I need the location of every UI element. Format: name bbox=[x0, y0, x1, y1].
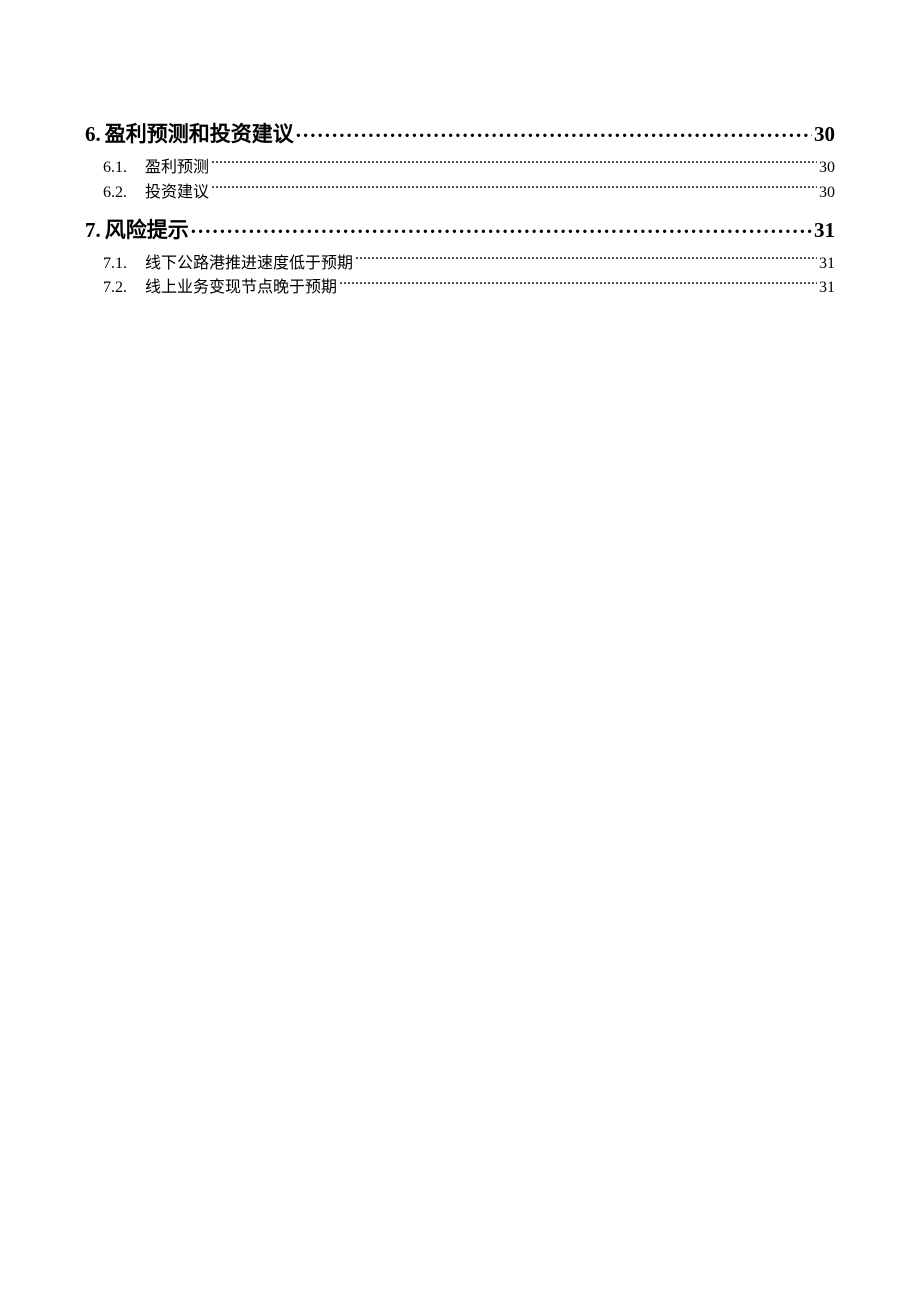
toc-h2-page: 31 bbox=[819, 276, 835, 301]
toc-h2-title: 投资建议 bbox=[145, 181, 209, 206]
toc-h2-entry: 6.2. 投资建议 30 bbox=[85, 181, 835, 206]
toc-leader bbox=[355, 252, 817, 268]
toc-leader bbox=[211, 181, 817, 197]
toc-h1-entry: 7. 风险提示 31 bbox=[85, 214, 835, 244]
toc-h2-entry: 6.1. 盈利预测 30 bbox=[85, 156, 835, 181]
toc-h2-num: 6.1. bbox=[103, 156, 127, 181]
toc-leader bbox=[339, 276, 817, 292]
toc-h1-page: 30 bbox=[814, 122, 835, 147]
toc-h2-title: 线上业务变现节点晚于预期 bbox=[145, 276, 337, 301]
toc-h1-entry: 6. 盈利预测和投资建议 30 bbox=[85, 118, 835, 148]
toc-h1-page: 31 bbox=[814, 218, 835, 243]
toc-leader bbox=[211, 156, 817, 172]
toc-h1-title: 风险提示 bbox=[105, 214, 189, 244]
toc-h2-num: 7.1. bbox=[103, 252, 127, 277]
toc-h2-page: 31 bbox=[819, 252, 835, 277]
toc-leader bbox=[191, 216, 812, 237]
toc-container: 6. 盈利预测和投资建议 30 6.1. 盈利预测 30 6.2. 投资建议 3… bbox=[85, 118, 835, 301]
toc-h2-entry: 7.2. 线上业务变现节点晚于预期 31 bbox=[85, 276, 835, 301]
toc-h2-num: 7.2. bbox=[103, 276, 127, 301]
toc-h2-title: 线下公路港推进速度低于预期 bbox=[145, 252, 353, 277]
toc-h2-num: 6.2. bbox=[103, 181, 127, 206]
toc-h1-num: 6. bbox=[85, 122, 101, 147]
toc-leader bbox=[296, 120, 812, 141]
toc-h1-title: 盈利预测和投资建议 bbox=[105, 118, 294, 148]
toc-h2-page: 30 bbox=[819, 156, 835, 181]
toc-h2-page: 30 bbox=[819, 181, 835, 206]
toc-h1-num: 7. bbox=[85, 218, 101, 243]
toc-h2-entry: 7.1. 线下公路港推进速度低于预期 31 bbox=[85, 252, 835, 277]
toc-h2-title: 盈利预测 bbox=[145, 156, 209, 181]
